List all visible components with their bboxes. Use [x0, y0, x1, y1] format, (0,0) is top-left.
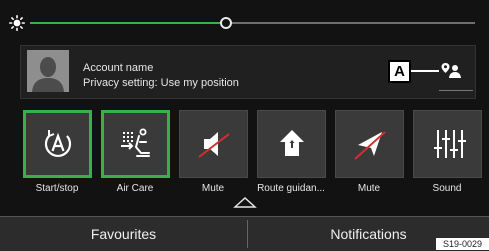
- brightness-slider-track[interactable]: [30, 22, 475, 24]
- callout-label: A: [388, 60, 411, 83]
- tile-mute-navigation[interactable]: [335, 110, 404, 178]
- drawer-handle-icon[interactable]: [233, 196, 257, 208]
- tab-favourites[interactable]: Favourites: [0, 217, 247, 251]
- tile-label-mute: Mute: [201, 183, 225, 194]
- bottom-tab-bar: Favourites Notifications: [0, 216, 489, 251]
- location-user-icon[interactable]: [441, 62, 461, 79]
- tile-start-stop[interactable]: [23, 110, 92, 178]
- account-name: Account name: [83, 62, 154, 74]
- avatar: [27, 50, 69, 92]
- tile-label-start-stop: Start/stop: [35, 183, 79, 194]
- callout-line: [411, 70, 439, 72]
- equalizer-icon: [433, 130, 466, 158]
- infotainment-screen: Account name Privacy setting: Use my pos…: [0, 0, 489, 251]
- location-underline: [439, 90, 473, 91]
- person-silhouette-icon: [32, 57, 64, 92]
- air-care-icon: [120, 128, 150, 157]
- figure-code: S19-0029: [436, 238, 489, 250]
- account-panel[interactable]: Account name Privacy setting: Use my pos…: [20, 45, 476, 99]
- tile-label-mute-navigation: Mute: [357, 183, 381, 194]
- brightness-slider-thumb[interactable]: [219, 17, 232, 29]
- tile-sound[interactable]: [413, 110, 482, 178]
- route-guidance-icon: [279, 130, 304, 156]
- navigation-muted-icon: [353, 131, 386, 160]
- tile-label-air-care: Air Care: [116, 183, 154, 194]
- brightness-slider-fill: [30, 22, 226, 24]
- tile-mute[interactable]: [179, 110, 248, 178]
- tile-label-sound: Sound: [432, 183, 462, 194]
- tile-label-route-guidance: Route guidan...: [257, 183, 325, 194]
- tile-route-guidance[interactable]: [257, 110, 326, 178]
- start-stop-icon: [44, 130, 71, 158]
- brightness-icon: [9, 15, 25, 31]
- speaker-muted-icon: [197, 132, 230, 158]
- privacy-setting: Privacy setting: Use my position: [83, 77, 239, 89]
- tile-air-care[interactable]: [101, 110, 170, 178]
